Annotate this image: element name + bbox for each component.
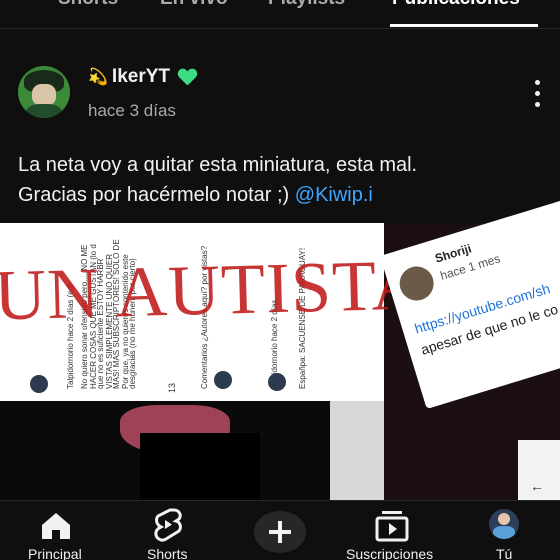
author-name[interactable]: 💫 IkerYT bbox=[88, 66, 196, 88]
post-text-line-2: Gracias por hacérmelo notar ;) bbox=[18, 184, 295, 206]
active-tab-indicator bbox=[390, 24, 538, 27]
channel-tabs: Shorts En vivo Playlists Publicaciones bbox=[0, 0, 560, 28]
divider bbox=[0, 28, 560, 29]
back-arrow-icon: ← bbox=[530, 478, 544, 494]
you-avatar[interactable] bbox=[489, 509, 519, 539]
tab-posts[interactable]: Publicaciones bbox=[392, 0, 520, 10]
green-heart-icon bbox=[178, 69, 196, 85]
shorts-icon bbox=[154, 508, 182, 542]
phone-ui-fragment: ← bbox=[518, 440, 560, 500]
more-options-icon[interactable] bbox=[530, 80, 544, 108]
dark-shape bbox=[140, 433, 260, 500]
bottom-navigation: Principal Shorts Suscripciones Tú bbox=[0, 500, 560, 560]
commenter-avatar bbox=[214, 371, 232, 389]
nav-you-label[interactable]: Tú bbox=[496, 546, 512, 560]
tab-playlists[interactable]: Playlists bbox=[268, 0, 345, 10]
like-count: 13 bbox=[168, 382, 177, 393]
nav-shorts[interactable]: Shorts bbox=[140, 501, 196, 560]
post-text: La neta voy a quitar esta miniatura, est… bbox=[18, 150, 548, 210]
nav-home[interactable]: Principal bbox=[24, 501, 88, 560]
subscriptions-icon bbox=[375, 511, 409, 542]
commenter-avatar bbox=[30, 375, 48, 393]
author-name-text: IkerYT bbox=[111, 66, 171, 87]
post-text-line-1: La neta voy a quitar esta miniatura, est… bbox=[18, 154, 418, 176]
nav-home-label: Principal bbox=[28, 546, 82, 560]
sparkle-emoji-icon: 💫 bbox=[88, 69, 108, 86]
post-time: hace 3 días bbox=[88, 101, 176, 120]
tab-live[interactable]: En vivo bbox=[160, 0, 228, 10]
tab-shorts[interactable]: Shorts bbox=[58, 0, 118, 10]
nav-shorts-label: Shorts bbox=[147, 546, 188, 560]
nav-subscriptions-label: Suscripciones bbox=[346, 546, 434, 560]
grey-panel bbox=[330, 401, 384, 500]
card-avatar bbox=[395, 262, 438, 305]
commenter-avatar bbox=[268, 373, 286, 391]
create-button[interactable] bbox=[254, 511, 306, 553]
home-icon bbox=[42, 513, 70, 539]
mention-link[interactable]: @Kiwip.i bbox=[295, 184, 373, 206]
nav-subscriptions[interactable]: Suscripciones bbox=[344, 501, 440, 560]
author-avatar[interactable] bbox=[18, 66, 70, 118]
